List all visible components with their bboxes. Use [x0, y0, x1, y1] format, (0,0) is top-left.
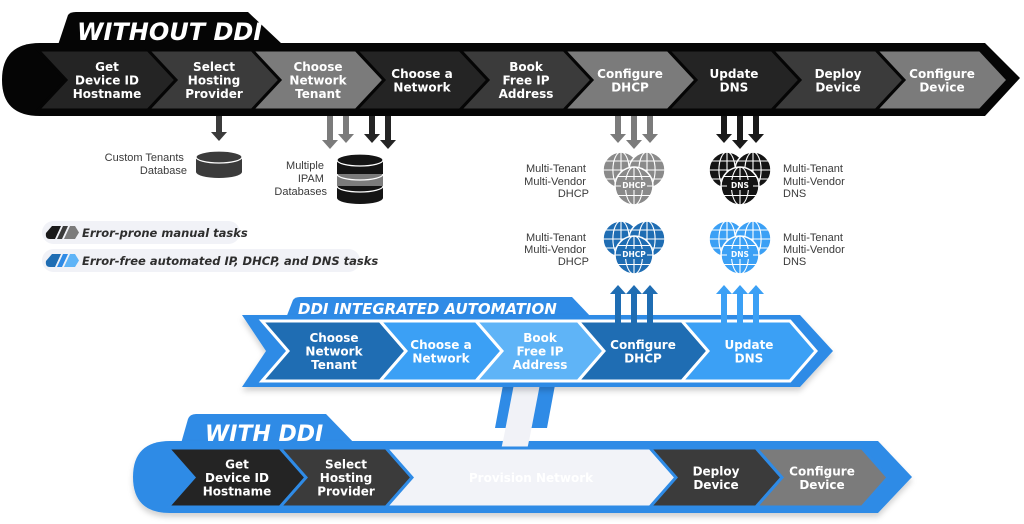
with-ddi-step-label: Select Hosting Provider	[317, 458, 375, 499]
dns-globe-icon-automated: DNS	[708, 220, 772, 275]
svg-text:DHCP: DHCP	[622, 181, 646, 190]
without-ddi-step-label: Select Hosting Provider	[185, 60, 243, 101]
without-ddi-step-label: Deploy Device	[815, 67, 862, 95]
ddi-automation-step-label: Choose a Network	[410, 338, 471, 366]
svg-text:DNS: DNS	[731, 181, 749, 190]
arrows-to-manual-dhcp	[610, 116, 658, 149]
dhcp-globe-icon-manual: DHCP	[602, 151, 666, 206]
with-ddi-step-label: Deploy Device	[693, 464, 740, 492]
custom-tenants-database: Custom Tenants Database	[105, 150, 243, 178]
without-ddi-step-label: Choose a Network	[391, 67, 452, 95]
service-globes: DHCP DNS DHCP DNS	[602, 151, 772, 275]
ddi-automation-section: DDI INTEGRATED AUTOMATION Choose Network T…	[242, 297, 833, 436]
legend-item-automated: Error-free automated IP, DHCP, and DNS t…	[42, 249, 378, 272]
manual-tasks-icon	[45, 226, 79, 239]
ddi-automation-steps: Choose Network TenantChoose a NetworkBook Fr…	[258, 319, 818, 383]
ddi-automation-step-label: Choose Network Tenant	[305, 331, 363, 372]
dns-globe-icon-manual: DNS	[708, 151, 772, 206]
auto-dns-label: Multi-Tenant Multi-Vendor DNS	[783, 232, 848, 268]
svg-text:DNS: DNS	[731, 250, 749, 259]
arrows-to-manual-dns	[716, 116, 764, 149]
ipam-label: Multiple IPAM Databases	[274, 160, 327, 198]
ddi-diagram: WITHOUT DDI Get Device ID HostnameSelect Ho…	[2, 12, 1020, 513]
manual-dhcp-label: Multi-Tenant Multi-Vendor DHCP	[524, 163, 589, 200]
without-ddi-steps: Get Device ID HostnameSelect Hosting Provide…	[34, 48, 1011, 112]
with-ddi-step-label: Provision Network	[469, 471, 594, 485]
automated-tasks-icon	[45, 254, 79, 267]
legend-item-manual: Error-prone manual tasks	[42, 221, 248, 244]
without-ddi-section: WITHOUT DDI Get Device ID HostnameSelect Ho…	[2, 12, 1020, 149]
auto-dhcp-label: Multi-Tenant Multi-Vendor DHCP	[524, 232, 589, 268]
without-ddi-step-label: Choose Network Tenant	[289, 60, 347, 101]
legend-label-automated: Error-free automated IP, DHCP, and DNS t…	[82, 254, 378, 268]
svg-text:DHCP: DHCP	[622, 250, 646, 259]
without-ddi-title: WITHOUT DDI	[77, 18, 262, 46]
dhcp-globe-icon-automated: DHCP	[602, 220, 666, 275]
custom-tenants-label: Custom Tenants Database	[105, 152, 187, 177]
manual-dns-label: Multi-Tenant Multi-Vendor DNS	[783, 163, 848, 200]
database-stack-icon	[336, 153, 384, 204]
with-ddi-steps: Get Device ID HostnameSelect Hosting Provide…	[164, 446, 890, 509]
arrow-to-custom-tenants	[211, 116, 227, 141]
legend: Error-prone manual tasks Error-free auto…	[42, 221, 378, 272]
arrows-to-ipam	[322, 116, 396, 149]
database-icon	[195, 150, 243, 178]
legend-label-manual: Error-prone manual tasks	[82, 226, 248, 240]
with-ddi-step-provision-network: Provision Network	[382, 446, 678, 509]
ipam-databases: Multiple IPAM Databases	[274, 153, 384, 204]
